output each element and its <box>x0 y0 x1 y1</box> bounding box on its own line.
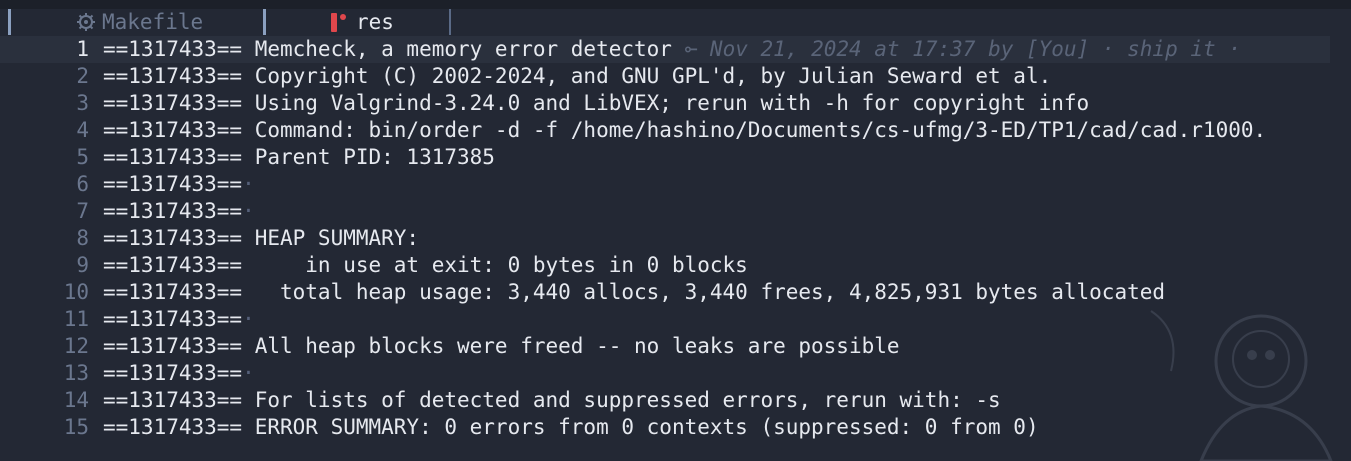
line-text: ==1317433==· <box>103 306 255 333</box>
line-number: 7 <box>76 199 89 223</box>
line-text: ==1317433== Copyright (C) 2002-2024, and… <box>103 63 1051 90</box>
tab-separator <box>449 9 451 35</box>
line-text: ==1317433== total heap usage: 3,440 allo… <box>103 279 1165 306</box>
line-number: 5 <box>76 145 89 169</box>
blame-spacer <box>672 37 685 61</box>
line-number: 2 <box>76 64 89 88</box>
editor-line[interactable]: 6 ==1317433==· <box>0 171 1351 198</box>
line-content: ==1317433== <box>103 172 243 196</box>
line-text: ==1317433== Parent PID: 1317385 <box>103 144 495 171</box>
blame-spacer <box>697 37 710 61</box>
trailing-whitespace-marker: · <box>242 307 255 331</box>
line-number: 4 <box>76 118 89 142</box>
astronaut-wallpaper-decoration <box>1150 310 1333 461</box>
editor-line[interactable]: 2 ==1317433== Copyright (C) 2002-2024, an… <box>0 63 1351 90</box>
git-blame-annotation: Nov 21, 2024 at 17:37 by [You] · ship it… <box>709 37 1241 61</box>
trailing-whitespace-marker: · <box>242 361 255 385</box>
tab-res-label: res <box>356 10 394 34</box>
line-content: ==1317433== Parent PID: 1317385 <box>103 145 495 169</box>
line-content: ==1317433== Command: bin/order -d -f /ho… <box>103 118 1267 142</box>
trailing-whitespace-marker: · <box>242 172 255 196</box>
line-content: ==1317433== Using Valgrind-3.24.0 and Li… <box>103 91 1090 115</box>
window-top-strip <box>0 0 1351 9</box>
line-number: 14 <box>63 388 89 412</box>
trailing-whitespace-marker: · <box>242 199 255 223</box>
tab-res[interactable]: res <box>330 9 394 35</box>
line-content: ==1317433== in use at exit: 0 bytes in 0… <box>103 253 748 277</box>
line-text: ==1317433== For lists of detected and su… <box>103 387 1001 414</box>
tab-separator <box>8 9 11 35</box>
editor-line[interactable]: 7 ==1317433==· <box>0 198 1351 225</box>
line-number: 12 <box>63 334 89 358</box>
line-content: ==1317433== Memcheck, a memory error det… <box>103 37 672 61</box>
line-content: ==1317433== HEAP SUMMARY: <box>103 226 420 250</box>
editor-line[interactable]: 1 ==1317433== Memcheck, a memory error de… <box>0 36 1330 63</box>
line-number: 10 <box>63 280 89 304</box>
editor-line[interactable]: 3 ==1317433== Using Valgrind-3.24.0 and L… <box>0 90 1351 117</box>
line-text: ==1317433== Using Valgrind-3.24.0 and Li… <box>103 90 1089 117</box>
line-content: ==1317433== <box>103 199 243 223</box>
line-text: ==1317433== HEAP SUMMARY: <box>103 225 419 252</box>
ruby-icon <box>331 13 346 32</box>
line-text: ==1317433== All heap blocks were freed -… <box>103 333 900 360</box>
line-number: 1 <box>76 37 89 61</box>
line-text: ==1317433== ERROR SUMMARY: 0 errors from… <box>103 414 1039 441</box>
commit-icon: ⟜ <box>684 37 698 61</box>
line-text: ==1317433==· <box>103 198 255 225</box>
line-text: ==1317433==· <box>103 171 255 198</box>
terminal-editor-window: Makefile res 1 ==1317433== Memcheck, a me… <box>0 0 1351 461</box>
tab-makefile-label: Makefile <box>102 10 204 34</box>
line-text: ==1317433== in use at exit: 0 bytes in 0… <box>103 252 748 279</box>
editor-line[interactable]: 5 ==1317433== Parent PID: 1317385 <box>0 144 1351 171</box>
line-text: ==1317433== Command: bin/order -d -f /ho… <box>103 117 1266 144</box>
line-number: 6 <box>76 172 89 196</box>
line-content: ==1317433== <box>103 307 243 331</box>
editor-line[interactable]: 8 ==1317433== HEAP SUMMARY: <box>0 225 1351 252</box>
line-content: ==1317433== Copyright (C) 2002-2024, and… <box>103 64 1052 88</box>
line-content: ==1317433== All heap blocks were freed -… <box>103 334 900 358</box>
line-number: 3 <box>76 91 89 115</box>
tab-makefile[interactable]: Makefile <box>76 9 203 35</box>
line-content: ==1317433== <box>103 361 243 385</box>
tab-separator-active <box>263 9 266 35</box>
line-number: 9 <box>76 253 89 277</box>
line-number: 8 <box>76 226 89 250</box>
tab-bar: Makefile res <box>0 9 1351 35</box>
line-content: ==1317433== total heap usage: 3,440 allo… <box>103 280 1166 304</box>
line-number: 15 <box>63 415 89 439</box>
line-content: ==1317433== ERROR SUMMARY: 0 errors from… <box>103 415 1039 439</box>
line-number: 13 <box>63 361 89 385</box>
line-text: ==1317433== Memcheck, a memory error det… <box>103 36 1241 63</box>
editor-line[interactable]: 4 ==1317433== Command: bin/order -d -f /h… <box>0 117 1351 144</box>
gear-icon <box>77 13 95 31</box>
line-number: 11 <box>63 307 89 331</box>
line-text: ==1317433==· <box>103 360 255 387</box>
line-content: ==1317433== For lists of detected and su… <box>103 388 1001 412</box>
